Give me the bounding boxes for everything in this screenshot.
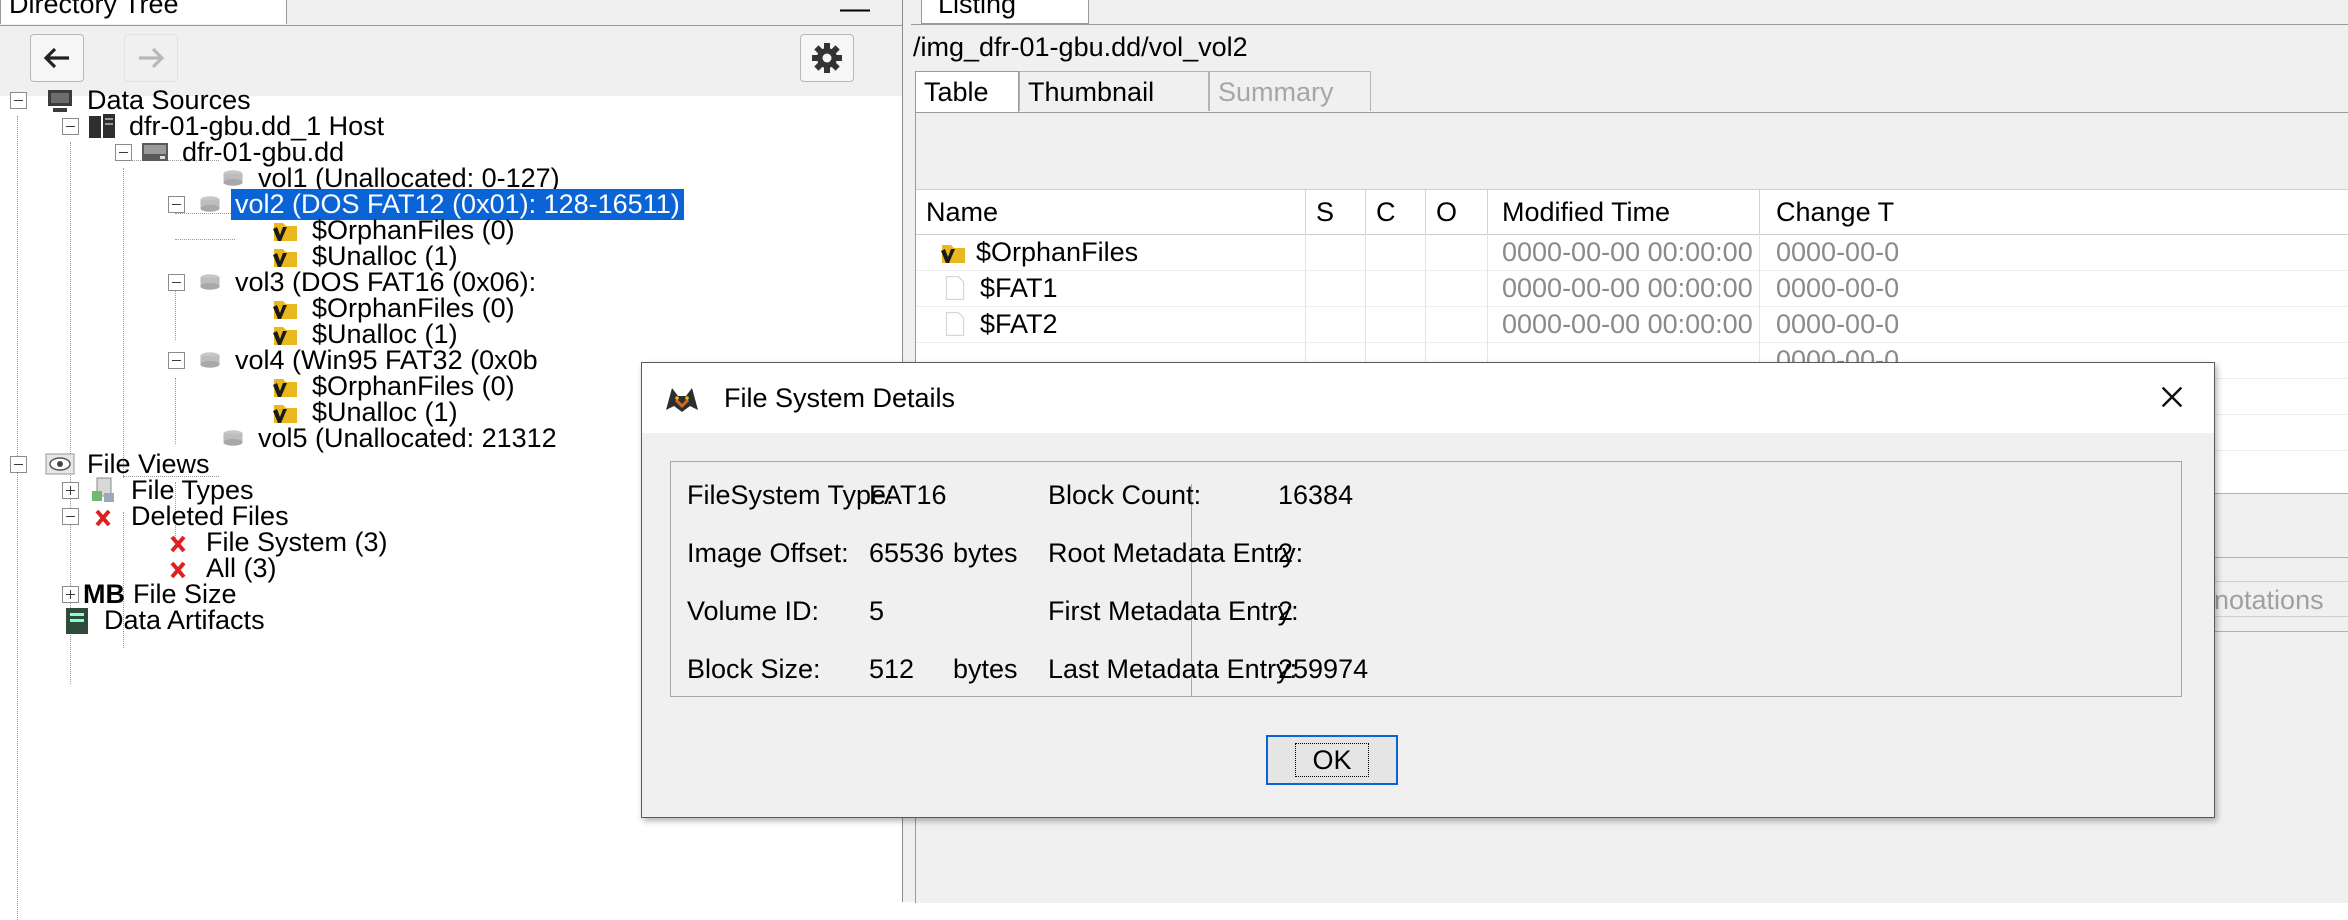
tab-listing[interactable]: Listing (921, 0, 1089, 24)
field-label-last-metadata: Last Metadata Entry: (1048, 654, 1298, 684)
field-value-block-count: 16384 (1278, 480, 1354, 510)
volume-icon (223, 430, 243, 446)
field-value-first-metadata: 2 (1278, 596, 1294, 626)
tab-table[interactable]: Table (915, 71, 1019, 114)
table-cell-change: 0000-00-0 (1776, 273, 1900, 303)
dialog-title: File System Details (724, 383, 956, 413)
field-value-block-size: 512 (869, 654, 915, 684)
orphan-folder-icon (941, 245, 965, 263)
table-cell-name: $OrphanFiles (976, 237, 1139, 267)
column-header-o[interactable]: O (1426, 190, 1488, 234)
table-row[interactable]: $FAT1 0000-00-00 00:00:00 0000-00-0 (916, 270, 2348, 307)
field-value-image-offset: 65536 (869, 538, 945, 568)
collapse-icon[interactable] (10, 91, 27, 109)
file-icon (945, 276, 965, 300)
table-row[interactable]: $OrphanFiles 0000-00-00 00:00:00 0000-00… (916, 234, 2348, 271)
collapse-icon[interactable] (10, 455, 27, 473)
close-button[interactable] (2152, 375, 2192, 419)
deleted-x-icon (95, 509, 111, 527)
ok-label: OK (1295, 743, 1369, 777)
collapse-icon[interactable] (62, 117, 79, 135)
data-artifacts-icon (66, 608, 88, 634)
gear-icon (812, 43, 842, 73)
table-cell-modified: 0000-00-00 00:00:00 (1488, 270, 1760, 306)
tree-label: vol5 (Unallocated: 21312 (258, 422, 557, 453)
tree-node-data-artifacts[interactable]: Data Artifacts (62, 602, 265, 638)
field-label-image-offset: Image Offset: (687, 538, 849, 568)
field-label-first-metadata: First Metadata Entry: (1048, 596, 1299, 626)
tab-annotations[interactable]: notations (2201, 581, 2348, 617)
collapse-icon[interactable] (168, 351, 185, 369)
arrow-right-icon (139, 47, 165, 69)
column-header-change-time[interactable]: Change T (1760, 190, 2348, 234)
field-label-block-size: Block Size: (687, 654, 821, 684)
column-header-name[interactable]: Name (916, 190, 1306, 234)
tab-thumbnail[interactable]: Thumbnail (1019, 71, 1209, 111)
settings-button[interactable] (800, 34, 854, 82)
field-value-last-metadata: 259974 (1278, 654, 1369, 684)
column-header-c[interactable]: C (1366, 190, 1426, 234)
table-cell-change: 0000-00-0 (1776, 309, 1900, 339)
host-icon (89, 114, 115, 138)
field-label-volume-id: Volume ID: (687, 596, 820, 626)
tree-label: Data Artifacts (104, 604, 265, 635)
file-icon (945, 312, 965, 336)
volume-icon (200, 352, 220, 368)
expand-icon[interactable] (62, 481, 79, 499)
field-unit-block-size: bytes (953, 654, 1018, 684)
ok-button[interactable]: OK (1266, 735, 1398, 785)
field-label-block-count: Block Count: (1048, 480, 1202, 510)
arrow-left-icon (43, 47, 69, 69)
column-header-modified-time[interactable]: Modified Time (1488, 190, 1760, 234)
back-button[interactable] (30, 34, 84, 82)
collapse-icon[interactable] (62, 507, 79, 525)
field-label-root-metadata: Root Metadata Entry: (1048, 538, 1304, 568)
listing-path: /img_dfr-01-gbu.dd/vol_vol2 (913, 32, 1248, 62)
column-header-s[interactable]: S (1306, 190, 1366, 234)
collapse-icon[interactable] (115, 143, 132, 161)
field-unit-image-offset: bytes (953, 538, 1018, 568)
table-cell-change: 0000-00-0 (1776, 237, 1900, 267)
table-header: Name S C O Modified Time Change T (916, 189, 2348, 235)
minimize-button[interactable]: — (840, 0, 870, 26)
table-cell-modified: 0000-00-00 00:00:00 (1488, 306, 1760, 342)
tab-directory-tree[interactable]: Directory Tree (0, 0, 287, 24)
collapse-icon[interactable] (168, 273, 185, 291)
expand-icon[interactable] (62, 585, 79, 603)
left-tab-bar: Directory Tree — (0, 0, 902, 26)
table-toolbar (916, 113, 2348, 189)
disk-image-icon (142, 143, 168, 161)
details-panel: FileSystem Type: FAT16 Image Offset: 655… (670, 461, 2182, 697)
file-system-details-dialog: File System Details FileSystem Type: FAT… (641, 362, 2215, 818)
table-cell-name: $FAT2 (980, 309, 1058, 339)
tab-summary[interactable]: Summary (1209, 71, 1371, 111)
table-cell-modified: 0000-00-00 00:00:00 (1488, 234, 1760, 270)
field-value-root-metadata: 2 (1278, 538, 1294, 568)
autopsy-dog-icon (666, 388, 698, 412)
collapse-icon[interactable] (168, 195, 185, 213)
table-row[interactable]: $FAT2 0000-00-00 00:00:00 0000-00-0 (916, 306, 2348, 343)
field-label-fs-type: FileSystem Type: (687, 480, 894, 510)
volume-icon (200, 196, 220, 212)
field-value-fs-type: FAT16 (869, 480, 947, 510)
forward-button[interactable] (124, 34, 178, 82)
dialog-titlebar: File System Details (642, 363, 2214, 433)
volume-icon (200, 274, 220, 290)
close-icon (2161, 386, 2183, 408)
table-cell-name: $FAT1 (980, 273, 1058, 303)
field-value-volume-id: 5 (869, 596, 885, 626)
tree-node-vol5[interactable]: vol5 (Unallocated: 21312 (220, 420, 557, 456)
